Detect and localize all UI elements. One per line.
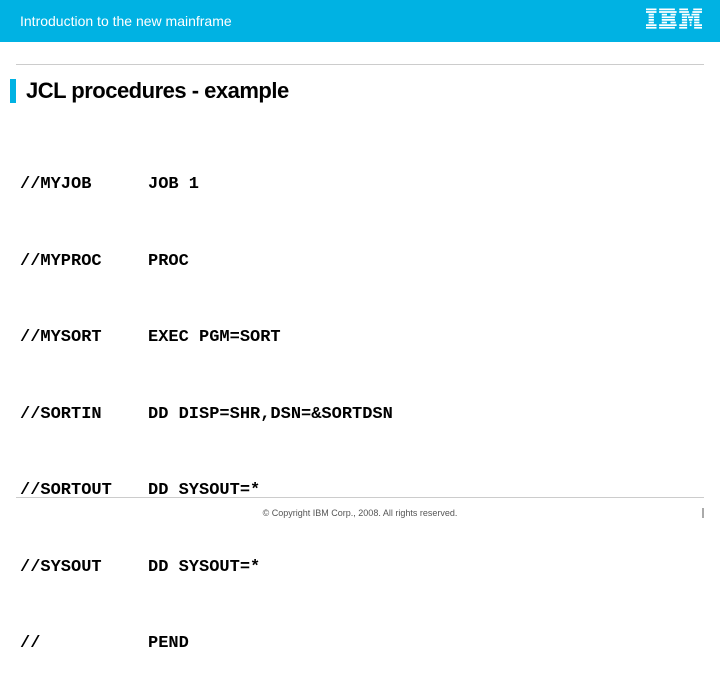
- footer-divider: [16, 497, 704, 498]
- code-label: //SORTOUT: [20, 478, 148, 504]
- code-row: //MYSORTEXEC PGM=SORT: [20, 325, 720, 351]
- code-value: DD DISP=SHR,DSN=&SORTDSN: [148, 402, 393, 428]
- code-row: //MYPROCPROC: [20, 249, 720, 275]
- code-row: //MYJOBJOB 1: [20, 172, 720, 198]
- ibm-logo: [646, 8, 702, 35]
- code-label: //: [20, 631, 148, 657]
- code-value: PROC: [148, 249, 189, 275]
- code-value: JOB 1: [148, 172, 199, 198]
- jcl-code-block: //MYJOBJOB 1 //MYPROCPROC //MYSORTEXEC P…: [20, 121, 720, 682]
- slide-title: JCL procedures - example: [10, 79, 720, 103]
- code-label: //MYSORT: [20, 325, 148, 351]
- footer-copyright: © Copyright IBM Corp., 2008. All rights …: [16, 508, 704, 518]
- code-row: //PEND: [20, 631, 720, 657]
- header-title: Introduction to the new mainframe: [20, 13, 232, 29]
- header-bar: Introduction to the new mainframe: [0, 0, 720, 42]
- code-value: EXEC PGM=SORT: [148, 325, 281, 351]
- code-label: //SYSOUT: [20, 555, 148, 581]
- code-value: DD SYSOUT=*: [148, 555, 260, 581]
- code-row: //SORTINDD DISP=SHR,DSN=&SORTDSN: [20, 402, 720, 428]
- code-value: DD SYSOUT=*: [148, 478, 260, 504]
- code-label: //SORTIN: [20, 402, 148, 428]
- code-row: //SORTOUTDD SYSOUT=*: [20, 478, 720, 504]
- code-value: PEND: [148, 631, 189, 657]
- code-label: //MYJOB: [20, 172, 148, 198]
- code-label: //MYPROC: [20, 249, 148, 275]
- footer-tick: [702, 508, 704, 518]
- code-row: //SYSOUTDD SYSOUT=*: [20, 555, 720, 581]
- top-divider: [16, 64, 704, 65]
